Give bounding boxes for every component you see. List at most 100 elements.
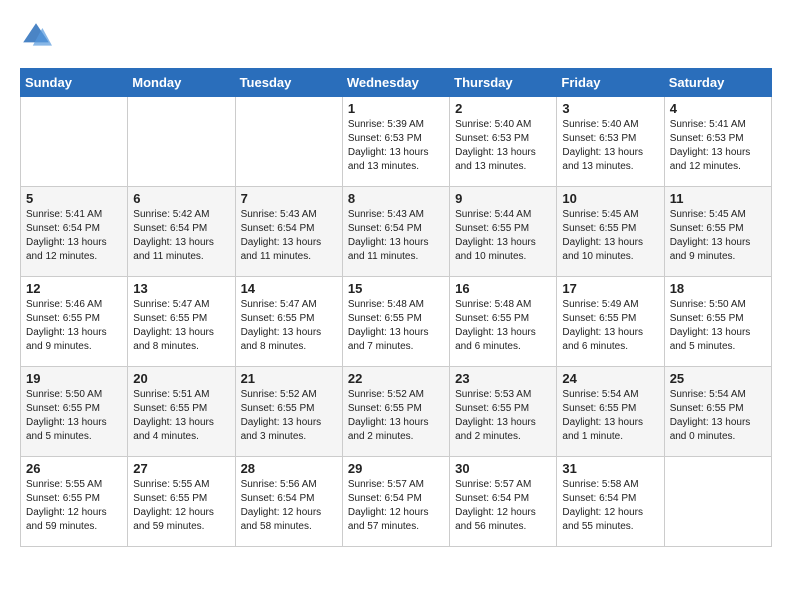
- day-cell: 24 Sunrise: 5:54 AM Sunset: 6:55 PM Dayli…: [557, 367, 664, 457]
- day-cell: 31Sunrise: 5:58 AM Sunset: 6:54 PM Dayli…: [557, 457, 664, 547]
- day-cell: 11 Sunrise: 5:45 AM Sunset: 6:55 PM Dayli…: [664, 187, 771, 277]
- week-row-3: 12 Sunrise: 5:46 AM Sunset: 6:55 PM Dayli…: [21, 277, 772, 367]
- day-number: 19: [26, 371, 122, 386]
- header-row: SundayMondayTuesdayWednesdayThursdayFrid…: [21, 69, 772, 97]
- page-header: [20, 20, 772, 52]
- day-info: Sunrise: 5:50 AM Sunset: 6:55 PM Dayligh…: [26, 388, 122, 444]
- day-number: 2: [455, 101, 551, 116]
- day-number: 11: [670, 191, 766, 206]
- day-info: Sunrise: 5:55 AM Sunset: 6:55 PM Dayligh…: [26, 478, 122, 534]
- day-cell: 23Sunrise: 5:53 AM Sunset: 6:55 PM Dayli…: [450, 367, 557, 457]
- day-cell: 2 Sunrise: 5:40 AM Sunset: 6:53 PM Daylig…: [450, 97, 557, 187]
- col-header-friday: Friday: [557, 69, 664, 97]
- day-cell: 25Sunrise: 5:54 AM Sunset: 6:55 PM Dayli…: [664, 367, 771, 457]
- day-number: 18: [670, 281, 766, 296]
- day-info: Sunrise: 5:53 AM Sunset: 6:55 PM Dayligh…: [455, 388, 551, 444]
- day-cell: 27Sunrise: 5:55 AM Sunset: 6:55 PM Dayli…: [128, 457, 235, 547]
- day-cell: 29 Sunrise: 5:57 AM Sunset: 6:54 PM Dayli…: [342, 457, 449, 547]
- day-cell: 26 Sunrise: 5:55 AM Sunset: 6:55 PM Dayli…: [21, 457, 128, 547]
- day-number: 28: [241, 461, 337, 476]
- day-cell: 16 Sunrise: 5:48 AM Sunset: 6:55 PM Dayli…: [450, 277, 557, 367]
- day-info: Sunrise: 5:52 AM Sunset: 6:55 PM Dayligh…: [348, 388, 444, 444]
- day-number: 29: [348, 461, 444, 476]
- day-number: 8: [348, 191, 444, 206]
- day-info: Sunrise: 5:45 AM Sunset: 6:55 PM Dayligh…: [562, 208, 658, 264]
- day-info: Sunrise: 5:41 AM Sunset: 6:53 PM Dayligh…: [670, 118, 766, 174]
- day-info: Sunrise: 5:48 AM Sunset: 6:55 PM Dayligh…: [455, 298, 551, 354]
- day-cell: 22 Sunrise: 5:52 AM Sunset: 6:55 PM Dayli…: [342, 367, 449, 457]
- day-info: Sunrise: 5:57 AM Sunset: 6:54 PM Dayligh…: [348, 478, 444, 534]
- day-info: Sunrise: 5:46 AM Sunset: 6:55 PM Dayligh…: [26, 298, 122, 354]
- day-cell: 10 Sunrise: 5:45 AM Sunset: 6:55 PM Dayli…: [557, 187, 664, 277]
- day-cell: 6Sunrise: 5:42 AM Sunset: 6:54 PM Daylig…: [128, 187, 235, 277]
- col-header-wednesday: Wednesday: [342, 69, 449, 97]
- day-number: 22: [348, 371, 444, 386]
- day-info: Sunrise: 5:40 AM Sunset: 6:53 PM Dayligh…: [455, 118, 551, 174]
- day-info: Sunrise: 5:54 AM Sunset: 6:55 PM Dayligh…: [562, 388, 658, 444]
- day-number: 16: [455, 281, 551, 296]
- day-cell: 21 Sunrise: 5:52 AM Sunset: 6:55 PM Dayli…: [235, 367, 342, 457]
- logo-icon: [20, 20, 52, 52]
- day-number: 6: [133, 191, 229, 206]
- day-cell: 1Sunrise: 5:39 AM Sunset: 6:53 PM Daylig…: [342, 97, 449, 187]
- week-row-4: 19 Sunrise: 5:50 AM Sunset: 6:55 PM Dayli…: [21, 367, 772, 457]
- col-header-tuesday: Tuesday: [235, 69, 342, 97]
- day-info: Sunrise: 5:49 AM Sunset: 6:55 PM Dayligh…: [562, 298, 658, 354]
- day-info: Sunrise: 5:47 AM Sunset: 6:55 PM Dayligh…: [133, 298, 229, 354]
- col-header-saturday: Saturday: [664, 69, 771, 97]
- day-cell: 14 Sunrise: 5:47 AM Sunset: 6:55 PM Dayli…: [235, 277, 342, 367]
- day-info: Sunrise: 5:45 AM Sunset: 6:55 PM Dayligh…: [670, 208, 766, 264]
- day-number: 31: [562, 461, 658, 476]
- day-cell: [235, 97, 342, 187]
- day-cell: 28 Sunrise: 5:56 AM Sunset: 6:54 PM Dayli…: [235, 457, 342, 547]
- day-number: 30: [455, 461, 551, 476]
- day-number: 25: [670, 371, 766, 386]
- day-cell: 13Sunrise: 5:47 AM Sunset: 6:55 PM Dayli…: [128, 277, 235, 367]
- day-info: Sunrise: 5:47 AM Sunset: 6:55 PM Dayligh…: [241, 298, 337, 354]
- day-number: 9: [455, 191, 551, 206]
- day-cell: 8 Sunrise: 5:43 AM Sunset: 6:54 PM Daylig…: [342, 187, 449, 277]
- day-number: 10: [562, 191, 658, 206]
- day-number: 27: [133, 461, 229, 476]
- day-cell: 19 Sunrise: 5:50 AM Sunset: 6:55 PM Dayli…: [21, 367, 128, 457]
- day-number: 26: [26, 461, 122, 476]
- day-number: 7: [241, 191, 337, 206]
- day-number: 12: [26, 281, 122, 296]
- day-number: 20: [133, 371, 229, 386]
- day-info: Sunrise: 5:52 AM Sunset: 6:55 PM Dayligh…: [241, 388, 337, 444]
- day-number: 14: [241, 281, 337, 296]
- day-info: Sunrise: 5:40 AM Sunset: 6:53 PM Dayligh…: [562, 118, 658, 174]
- day-cell: 15Sunrise: 5:48 AM Sunset: 6:55 PM Dayli…: [342, 277, 449, 367]
- day-info: Sunrise: 5:43 AM Sunset: 6:54 PM Dayligh…: [348, 208, 444, 264]
- day-cell: [664, 457, 771, 547]
- day-cell: 20 Sunrise: 5:51 AM Sunset: 6:55 PM Dayli…: [128, 367, 235, 457]
- day-number: 3: [562, 101, 658, 116]
- day-number: 5: [26, 191, 122, 206]
- day-cell: 12 Sunrise: 5:46 AM Sunset: 6:55 PM Dayli…: [21, 277, 128, 367]
- day-cell: 3 Sunrise: 5:40 AM Sunset: 6:53 PM Daylig…: [557, 97, 664, 187]
- calendar-table: SundayMondayTuesdayWednesdayThursdayFrid…: [20, 68, 772, 547]
- day-number: 21: [241, 371, 337, 386]
- day-info: Sunrise: 5:44 AM Sunset: 6:55 PM Dayligh…: [455, 208, 551, 264]
- day-info: Sunrise: 5:41 AM Sunset: 6:54 PM Dayligh…: [26, 208, 122, 264]
- day-cell: 18Sunrise: 5:50 AM Sunset: 6:55 PM Dayli…: [664, 277, 771, 367]
- week-row-1: 1Sunrise: 5:39 AM Sunset: 6:53 PM Daylig…: [21, 97, 772, 187]
- day-info: Sunrise: 5:39 AM Sunset: 6:53 PM Dayligh…: [348, 118, 444, 174]
- day-cell: 9 Sunrise: 5:44 AM Sunset: 6:55 PM Daylig…: [450, 187, 557, 277]
- day-number: 24: [562, 371, 658, 386]
- col-header-monday: Monday: [128, 69, 235, 97]
- week-row-5: 26 Sunrise: 5:55 AM Sunset: 6:55 PM Dayli…: [21, 457, 772, 547]
- day-cell: 4 Sunrise: 5:41 AM Sunset: 6:53 PM Daylig…: [664, 97, 771, 187]
- day-info: Sunrise: 5:48 AM Sunset: 6:55 PM Dayligh…: [348, 298, 444, 354]
- day-cell: [21, 97, 128, 187]
- day-number: 4: [670, 101, 766, 116]
- day-info: Sunrise: 5:51 AM Sunset: 6:55 PM Dayligh…: [133, 388, 229, 444]
- day-cell: 5 Sunrise: 5:41 AM Sunset: 6:54 PM Daylig…: [21, 187, 128, 277]
- day-cell: 30 Sunrise: 5:57 AM Sunset: 6:54 PM Dayli…: [450, 457, 557, 547]
- day-number: 17: [562, 281, 658, 296]
- day-info: Sunrise: 5:56 AM Sunset: 6:54 PM Dayligh…: [241, 478, 337, 534]
- day-info: Sunrise: 5:57 AM Sunset: 6:54 PM Dayligh…: [455, 478, 551, 534]
- day-cell: [128, 97, 235, 187]
- logo: [20, 20, 56, 52]
- week-row-2: 5 Sunrise: 5:41 AM Sunset: 6:54 PM Daylig…: [21, 187, 772, 277]
